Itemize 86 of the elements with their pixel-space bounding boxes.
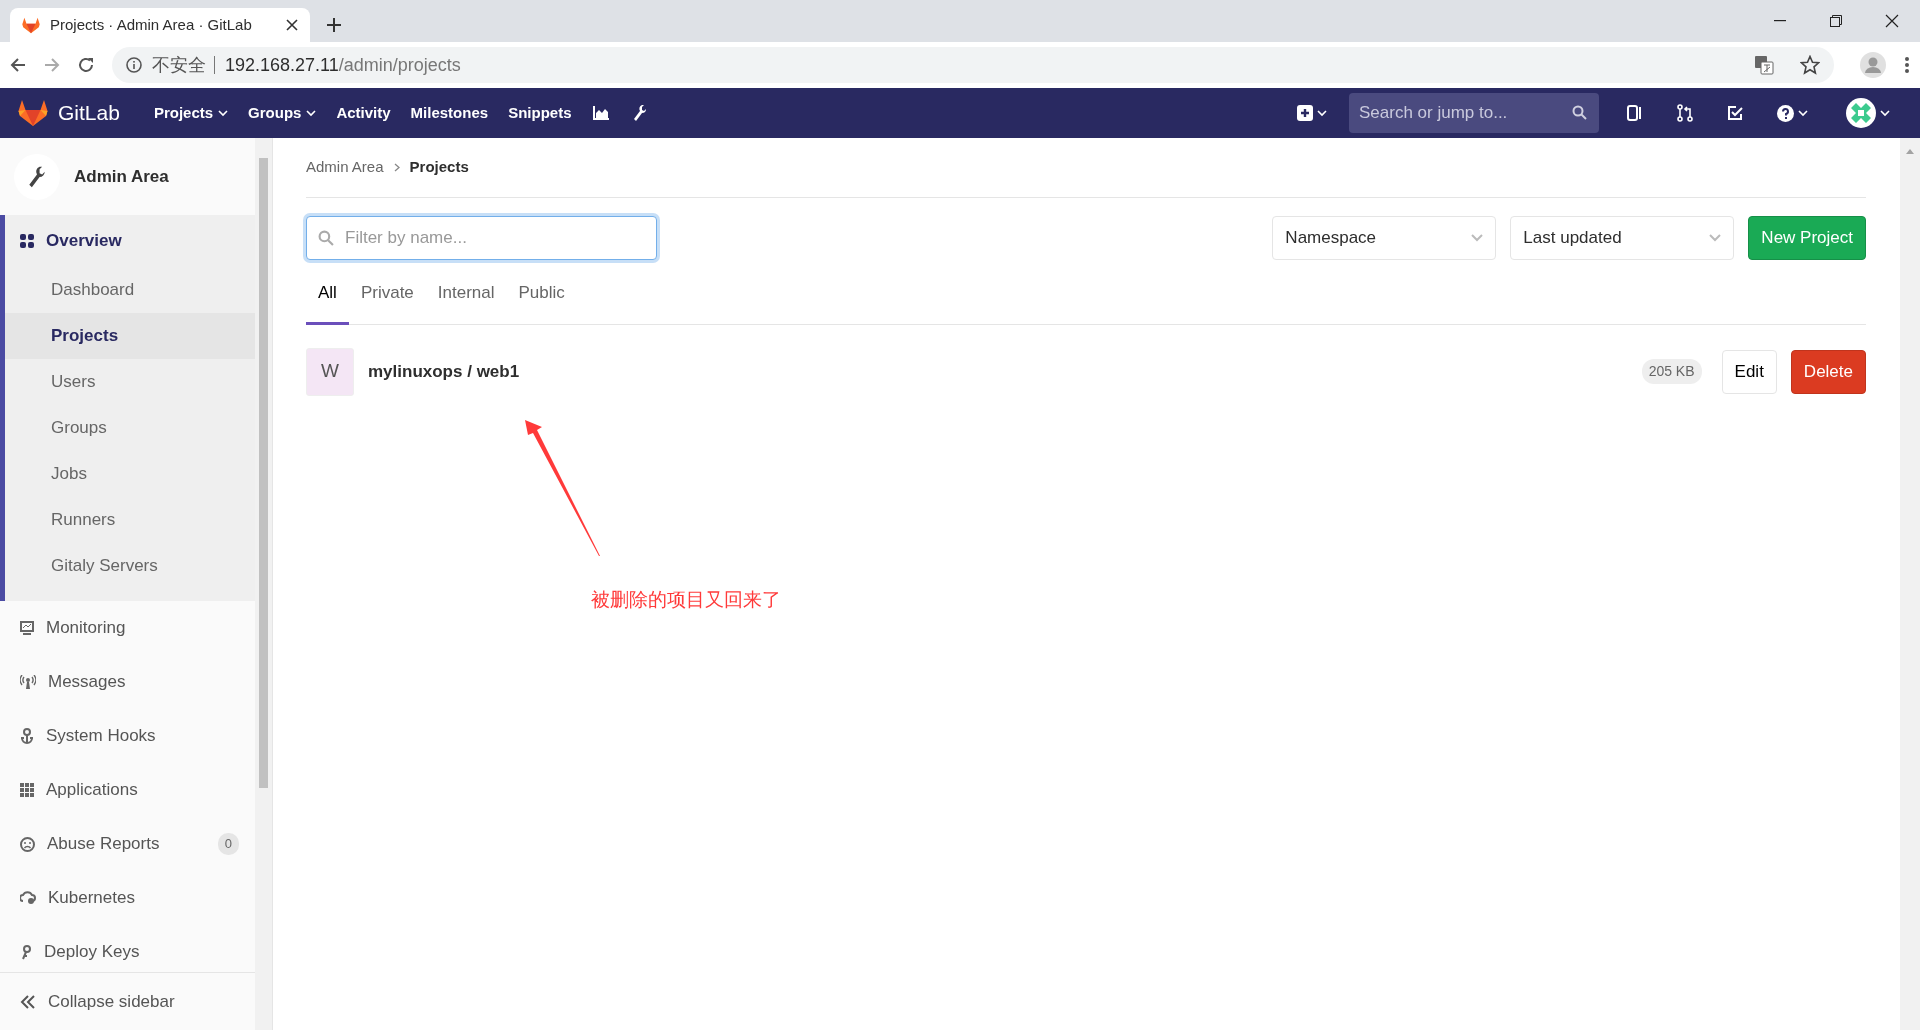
sort-dropdown[interactable]: Last updated: [1510, 216, 1735, 260]
translate-icon[interactable]: [1754, 55, 1774, 75]
grid-icon: [20, 234, 34, 248]
nav-link[interactable]: Snippets: [498, 101, 582, 125]
nav-link[interactable]: Projects: [143, 101, 239, 125]
sidebar-item[interactable]: Applications: [5, 763, 255, 817]
sidebar-item[interactable]: System Hooks: [5, 709, 255, 763]
tab[interactable]: Internal: [425, 266, 507, 325]
url-text: 192.168.27.11/admin/projects: [225, 53, 461, 77]
size-badge: 205 KB: [1641, 359, 1702, 384]
caret-icon: [1471, 234, 1484, 242]
double-chevron-icon: [20, 994, 36, 1009]
menu-icon[interactable]: [1904, 56, 1910, 74]
tab[interactable]: Private: [348, 266, 426, 325]
caret-icon[interactable]: [306, 109, 317, 117]
info-icon: [126, 57, 142, 73]
annotation-text: 被删除的项目又回来了: [591, 588, 781, 612]
chevron-icon: [393, 163, 400, 172]
restore-icon[interactable]: [1830, 15, 1842, 27]
anchor-icon: [20, 728, 34, 744]
project-link[interactable]: mylinuxops / web1: [368, 358, 520, 385]
namespace-dropdown[interactable]: Namespace: [1272, 216, 1497, 260]
sidebar-subitem[interactable]: Projects: [5, 313, 255, 359]
back-icon[interactable]: [10, 57, 26, 73]
search-icon: [318, 230, 334, 246]
search-field[interactable]: Search or jump to...: [1349, 93, 1599, 133]
nav-link[interactable]: Milestones: [400, 101, 499, 125]
sidebar-subitem[interactable]: Runners: [5, 497, 255, 543]
new-tab-icon[interactable]: [326, 17, 342, 33]
merge-request-icon[interactable]: [1677, 104, 1693, 122]
todo-icon[interactable]: [1727, 105, 1743, 121]
browser-tab[interactable]: Projects · Admin Area · GitLab: [10, 8, 310, 42]
help-icon[interactable]: [1777, 104, 1794, 122]
caret-icon[interactable]: [218, 109, 229, 117]
caret-icon[interactable]: [1798, 109, 1808, 117]
tab[interactable]: Public: [506, 266, 577, 325]
sidebar-subitem[interactable]: Users: [5, 359, 255, 405]
key-icon: [20, 944, 32, 960]
sidebar-subitem[interactable]: Jobs: [5, 451, 255, 497]
caret-icon[interactable]: [1880, 109, 1890, 117]
sidebar-subitem[interactable]: Gitaly Servers: [5, 543, 255, 589]
close-icon[interactable]: [286, 19, 298, 31]
fox-logo-icon[interactable]: [18, 99, 48, 127]
reload-icon[interactable]: [78, 57, 94, 73]
nav-link[interactable]: Groups: [238, 101, 327, 125]
plus-icon[interactable]: [1297, 105, 1313, 121]
sad-face-icon: [20, 836, 35, 852]
address-bar[interactable]: 不安全 192.168.27.11/admin/projects: [112, 47, 1834, 83]
count-badge: 0: [217, 833, 239, 855]
wrench-icon: [28, 164, 46, 189]
avatar-icon[interactable]: [1846, 98, 1876, 128]
edit-button[interactable]: Edit: [1721, 349, 1777, 394]
sidebar-item[interactable]: Messages: [5, 655, 255, 709]
monitor-icon: [20, 621, 34, 635]
antenna-icon: [20, 675, 36, 689]
profile-icon[interactable]: [1860, 52, 1886, 78]
sidebar-item[interactable]: Overview: [5, 215, 255, 267]
wrench-icon[interactable]: [633, 104, 648, 122]
tab-title: Projects · Admin Area · GitLab: [50, 14, 252, 35]
brand-name[interactable]: GitLab: [58, 97, 120, 129]
nav-link[interactable]: Activity: [326, 101, 401, 125]
tab[interactable]: All: [306, 266, 349, 325]
sidebar-item[interactable]: Deploy Keys: [5, 925, 255, 972]
sidebar-title: Admin Area: [74, 165, 169, 188]
board-icon[interactable]: [1627, 105, 1643, 121]
caret-icon: [1709, 234, 1722, 242]
project-avatar: W: [306, 347, 354, 396]
sidebar-subitem[interactable]: Groups: [5, 405, 255, 451]
breadcrumb-link[interactable]: Admin Area: [306, 156, 384, 179]
scrollbar[interactable]: [1900, 138, 1920, 1030]
chart-icon[interactable]: [593, 106, 610, 120]
sidebar-item[interactable]: Monitoring: [5, 601, 255, 655]
sidebar-item[interactable]: Kubernetes: [5, 871, 255, 925]
delete-button[interactable]: Delete: [1790, 349, 1866, 394]
filter-field[interactable]: Filter by name...: [306, 216, 657, 260]
grid-icon: [20, 783, 34, 797]
security-label: 不安全: [152, 56, 215, 74]
sidebar-item[interactable]: Abuse Reports 0: [5, 817, 255, 871]
search-icon: [1572, 105, 1587, 120]
sidebar-subitem[interactable]: Dashboard: [5, 267, 255, 313]
scrollbar[interactable]: [255, 138, 273, 1030]
star-icon[interactable]: [1800, 55, 1820, 75]
minimize-icon[interactable]: [1774, 20, 1786, 22]
close-icon[interactable]: [1885, 14, 1899, 28]
fox-logo-icon: [22, 17, 40, 35]
caret-icon[interactable]: [1317, 109, 1327, 117]
